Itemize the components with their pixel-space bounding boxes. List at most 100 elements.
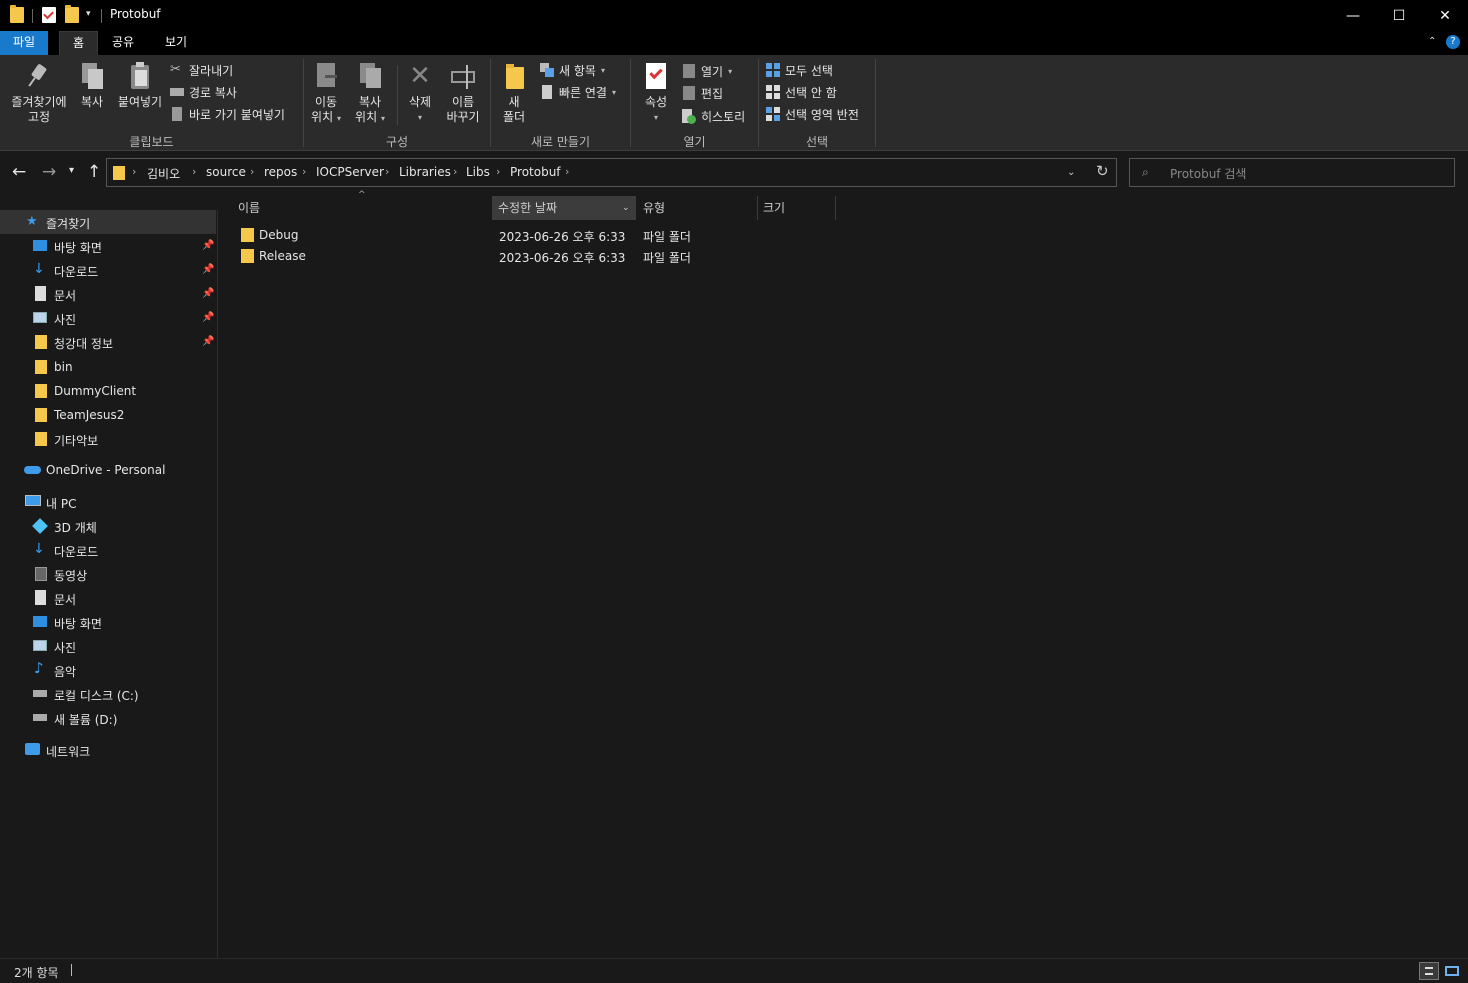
tab-home[interactable]: 홈 xyxy=(59,31,99,55)
breadcrumb-item[interactable]: 김비오 xyxy=(147,165,180,182)
breadcrumb-item[interactable]: Libraries xyxy=(399,165,451,179)
nav-item-pictures[interactable]: 사진 📌 xyxy=(0,306,216,330)
new-folder-icon[interactable] xyxy=(65,5,79,23)
cut-button[interactable]: ✂ 잘라내기 xyxy=(170,60,233,80)
copy-path-button[interactable]: 경로 복사 xyxy=(170,82,237,102)
address-bar[interactable]: › 김비오 › source › repos › IOCPServer › Li… xyxy=(106,158,1117,187)
move-to-button[interactable]: 이동 위치 ▾ xyxy=(308,61,344,126)
breadcrumb-item[interactable]: Libs xyxy=(466,165,490,179)
pin-to-quick-access-button[interactable]: 즐겨찾기에 고정 xyxy=(6,61,72,125)
nav-label: 바탕 화면 xyxy=(54,617,102,631)
delete-button[interactable]: ✕ 삭제 ▾ xyxy=(402,61,438,125)
details-view-icon[interactable] xyxy=(1419,962,1439,980)
pin-icon[interactable]: 📌 xyxy=(202,240,214,251)
edit-button[interactable]: 편집 xyxy=(682,83,723,103)
history-button[interactable]: 히스토리 xyxy=(682,106,745,126)
breadcrumb-item[interactable]: source xyxy=(206,165,246,179)
breadcrumb-item[interactable]: Protobuf xyxy=(510,165,561,179)
pin-icon[interactable]: 📌 xyxy=(202,288,214,299)
tab-share[interactable]: 공유 xyxy=(99,31,147,55)
nav-item-this-pc[interactable]: 내 PC xyxy=(0,490,216,514)
maximize-button[interactable]: ☐ xyxy=(1376,0,1422,31)
forward-arrow-icon[interactable]: → xyxy=(42,162,56,182)
breadcrumb-item[interactable]: repos xyxy=(264,165,297,179)
nav-item-pictures[interactable]: 사진 xyxy=(0,634,216,658)
nav-item-desktop[interactable]: 바탕 화면 📌 xyxy=(0,234,216,258)
history-icon xyxy=(682,109,696,124)
breadcrumb-separator: › xyxy=(565,165,570,178)
invert-selection-button[interactable]: 선택 영역 반전 xyxy=(766,104,859,124)
column-header-size[interactable]: 크기 xyxy=(757,196,835,220)
nav-item-local-disk-c[interactable]: 로컬 디스크 (C:) xyxy=(0,682,216,706)
pin-icon[interactable]: 📌 xyxy=(202,264,214,275)
large-icons-view-icon[interactable] xyxy=(1443,963,1461,979)
new-folder-button[interactable]: 새 폴더 xyxy=(496,61,532,125)
nav-item-documents[interactable]: 문서 📌 xyxy=(0,282,216,306)
paste-shortcut-button[interactable]: 바로 가기 붙여넣기 xyxy=(170,104,285,124)
tab-view[interactable]: 보기 xyxy=(152,31,200,55)
open-button[interactable]: 열기 ▾ xyxy=(682,61,732,81)
select-all-button[interactable]: 모두 선택 xyxy=(766,60,833,80)
breadcrumb-item[interactable]: IOCPServer xyxy=(316,165,384,179)
nav-item-music[interactable]: ♪ 음악 xyxy=(0,658,216,682)
minimize-button[interactable]: — xyxy=(1330,0,1376,31)
nav-item-documents[interactable]: 문서 xyxy=(0,586,216,610)
chevron-down-icon[interactable]: ⌄ xyxy=(622,196,630,220)
drive-icon xyxy=(33,714,47,721)
close-button[interactable]: ✕ xyxy=(1422,0,1468,31)
nav-item-downloads[interactable]: ↓ 다운로드 xyxy=(0,538,216,562)
nav-item-folder[interactable]: DummyClient xyxy=(0,379,216,403)
help-icon[interactable]: ? xyxy=(1446,35,1460,49)
copy-to-button[interactable]: 복사 위치 ▾ xyxy=(350,61,390,126)
paste-button[interactable]: 붙여넣기 xyxy=(114,61,166,110)
nav-item-folder[interactable]: bin xyxy=(0,355,216,379)
nav-item-downloads[interactable]: ↓ 다운로드 📌 xyxy=(0,258,216,282)
new-item-icon xyxy=(540,63,554,77)
refresh-icon[interactable]: ↻ xyxy=(1096,162,1109,180)
column-header-name[interactable]: 이름 xyxy=(232,196,492,220)
copy-button[interactable]: 복사 xyxy=(76,61,108,110)
recent-locations-chevron-icon[interactable]: ▾ xyxy=(69,165,74,176)
cube-icon xyxy=(32,518,48,534)
file-date: 2023-06-26 오후 6:33 xyxy=(499,251,626,265)
nav-item-folder[interactable]: 청강대 정보 📌 xyxy=(0,330,216,354)
nav-item-3d-objects[interactable]: 3D 개체 xyxy=(0,514,216,538)
column-header-date[interactable]: 수정한 날짜 ⌄ xyxy=(492,196,636,220)
select-none-button[interactable]: 선택 안 함 xyxy=(766,82,837,102)
document-icon xyxy=(35,286,46,301)
nav-item-network[interactable]: 네트워크 xyxy=(0,738,216,762)
breadcrumb-separator: › xyxy=(192,165,197,178)
pin-icon[interactable]: 📌 xyxy=(202,312,214,323)
properties-icon[interactable] xyxy=(42,7,56,23)
table-row[interactable]: Release 2023-06-26 오후 6:33 파일 폴더 xyxy=(237,246,717,267)
column-header-type[interactable]: 유형 xyxy=(637,196,757,220)
tab-file[interactable]: 파일 xyxy=(0,31,49,55)
nav-item-folder[interactable]: 기타악보 xyxy=(0,427,216,451)
search-input[interactable]: Protobuf 검색 xyxy=(1170,165,1246,182)
edit-label: 편집 xyxy=(701,86,724,101)
address-dropdown-chevron-icon[interactable]: ⌄ xyxy=(1067,167,1075,178)
navigation-pane: ★ 즐겨찾기 바탕 화면 📌 ↓ 다운로드 📌 문서 📌 사진 📌 청강대 정보… xyxy=(0,210,218,958)
chevron-up-icon[interactable]: ⌃ xyxy=(1428,36,1436,47)
nav-item-onedrive[interactable]: OneDrive - Personal xyxy=(0,458,216,482)
pin-icon[interactable]: 📌 xyxy=(202,336,214,347)
new-folder-label-1: 새 xyxy=(508,95,520,109)
nav-label: 즐겨찾기 xyxy=(46,217,91,231)
customize-quick-access-icon[interactable]: ▾ xyxy=(86,9,91,19)
properties-button[interactable]: 속성 ▾ xyxy=(638,61,674,125)
copy-to-label-1: 복사 xyxy=(358,95,382,109)
up-arrow-icon[interactable]: ↑ xyxy=(87,162,101,182)
nav-item-desktop[interactable]: 바탕 화면 xyxy=(0,610,216,634)
nav-item-volume-d[interactable]: 새 볼륨 (D:) xyxy=(0,706,216,730)
rename-button[interactable]: 이름 바꾸기 xyxy=(440,61,486,125)
search-box[interactable]: ⌕ Protobuf 검색 xyxy=(1129,158,1455,187)
nav-item-folder[interactable]: TeamJesus2 xyxy=(0,403,216,427)
back-arrow-icon[interactable]: ← xyxy=(12,162,26,182)
nav-item-quick-access[interactable]: ★ 즐겨찾기 xyxy=(0,210,216,234)
table-row[interactable]: Debug 2023-06-26 오후 6:33 파일 폴더 xyxy=(237,225,717,246)
new-item-button[interactable]: 새 항목 ▾ xyxy=(540,60,605,80)
rename-label-1: 이름 xyxy=(451,95,475,109)
nav-item-videos[interactable]: 동영상 xyxy=(0,562,216,586)
chevron-down-icon: ▾ xyxy=(728,66,733,76)
easy-access-button[interactable]: 빠른 연결 ▾ xyxy=(540,82,616,102)
